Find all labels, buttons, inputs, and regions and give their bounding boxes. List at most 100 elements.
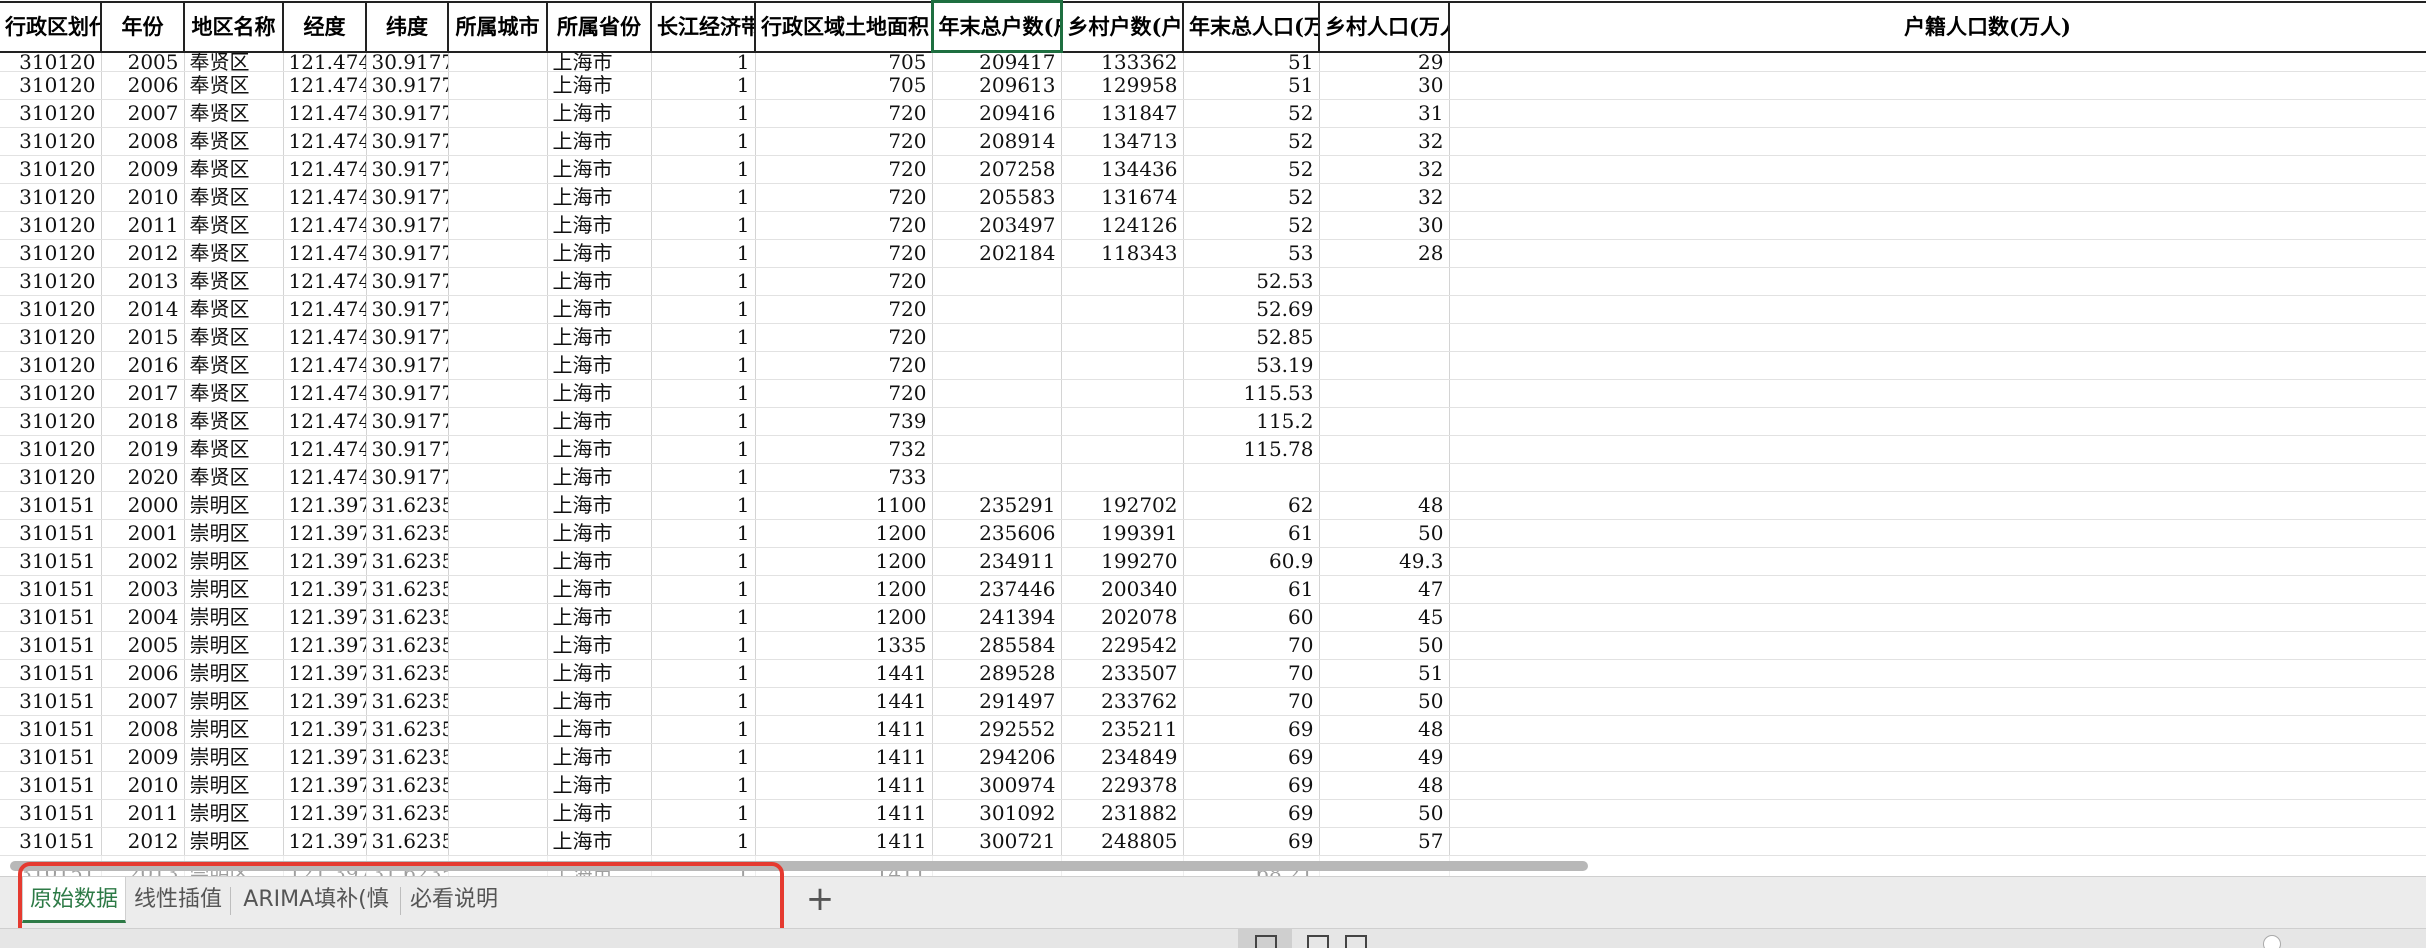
table-cell[interactable]: 上海市 xyxy=(547,715,652,744)
table-cell[interactable]: 奉贤区 xyxy=(184,351,284,380)
table-cell[interactable]: 61 xyxy=(1183,519,1320,548)
table-cell[interactable] xyxy=(448,491,548,520)
table-cell[interactable]: 121.47404 xyxy=(283,71,367,100)
column-header[interactable]: 行政区划代码 xyxy=(0,0,102,53)
table-cell[interactable]: 52.5 xyxy=(1449,267,2426,296)
table-cell[interactable]: 崇明区 xyxy=(184,491,284,520)
table-cell[interactable]: 上海市 xyxy=(547,323,652,352)
table-cell[interactable]: 52 xyxy=(1183,183,1320,212)
table-cell[interactable]: 69 xyxy=(1183,743,1320,772)
table-cell[interactable] xyxy=(1061,323,1184,352)
column-header[interactable]: 长江经济带 xyxy=(651,0,756,53)
table-cell[interactable]: 2009 xyxy=(101,743,185,772)
table-cell[interactable]: 720 xyxy=(755,323,933,352)
table-cell[interactable]: 69 xyxy=(1183,827,1320,856)
table-cell[interactable]: 29 xyxy=(1319,51,1450,72)
table-cell[interactable]: 235211 xyxy=(1061,715,1184,744)
table-cell[interactable]: 30.917795 xyxy=(366,323,449,352)
table-cell[interactable]: 奉贤区 xyxy=(184,295,284,324)
table-cell[interactable]: 53.1 xyxy=(1449,351,2426,380)
table-cell[interactable]: 63.2 xyxy=(1449,603,2426,632)
table-cell[interactable]: 131674 xyxy=(1061,183,1184,212)
table-cell[interactable] xyxy=(1319,435,1450,464)
table-cell[interactable]: 52.3 xyxy=(1449,211,2426,240)
table-cell[interactable]: 50 xyxy=(1319,687,1450,716)
table-cell[interactable] xyxy=(448,351,548,380)
table-cell[interactable]: 52 xyxy=(1183,99,1320,128)
table-cell[interactable]: 1200 xyxy=(755,519,933,548)
table-cell[interactable]: 121.47404 xyxy=(283,99,367,128)
table-cell[interactable]: 121.47404 xyxy=(283,183,367,212)
table-cell[interactable]: 31.623587 xyxy=(366,799,449,828)
table-cell[interactable]: 310151 xyxy=(0,799,102,828)
table-cell[interactable]: 30.917795 xyxy=(366,71,449,100)
table-cell[interactable]: 上海市 xyxy=(547,603,652,632)
table-cell[interactable] xyxy=(1319,463,1450,492)
table-cell[interactable]: 2006 xyxy=(101,71,185,100)
table-cell[interactable] xyxy=(448,379,548,408)
table-cell[interactable]: 720 xyxy=(755,183,933,212)
table-cell[interactable]: 121.39742 xyxy=(283,827,367,856)
table-cell[interactable]: 奉贤区 xyxy=(184,155,284,184)
table-cell[interactable]: 69.3 xyxy=(1449,715,2426,744)
table-cell[interactable]: 49.3 xyxy=(1319,547,1450,576)
table-cell[interactable]: 30.917795 xyxy=(366,211,449,240)
table-cell[interactable]: 121.47404 xyxy=(283,155,367,184)
table-cell[interactable]: 1 xyxy=(651,127,756,156)
table-cell[interactable]: 310120 xyxy=(0,183,102,212)
table-cell[interactable]: 2015 xyxy=(101,323,185,352)
table-cell[interactable]: 285584 xyxy=(932,631,1062,660)
table-cell[interactable]: 310151 xyxy=(0,547,102,576)
table-cell[interactable]: 奉贤区 xyxy=(184,71,284,100)
table-cell[interactable]: 208914 xyxy=(932,127,1062,156)
table-cell[interactable]: 1200 xyxy=(755,603,933,632)
table-cell[interactable]: 崇明区 xyxy=(184,771,284,800)
table-cell[interactable]: 28 xyxy=(1319,239,1450,268)
table-cell[interactable]: 115.53 xyxy=(1183,379,1320,408)
table-cell[interactable]: 上海市 xyxy=(547,239,652,268)
table-cell[interactable]: 52.8 xyxy=(1449,323,2426,352)
table-cell[interactable]: 310151 xyxy=(0,603,102,632)
table-cell[interactable]: 2007 xyxy=(101,687,185,716)
table-cell[interactable]: 53 xyxy=(1183,239,1320,268)
table-cell[interactable]: 121.39742 xyxy=(283,547,367,576)
table-cell[interactable]: 121.47404 xyxy=(283,239,367,268)
table-cell[interactable]: 310120 xyxy=(0,71,102,100)
table-cell[interactable]: 上海市 xyxy=(547,435,652,464)
table-cell[interactable]: 115.2 xyxy=(1183,407,1320,436)
table-cell[interactable] xyxy=(448,155,548,184)
table-cell[interactable]: 720 xyxy=(755,379,933,408)
table-cell[interactable]: 121.39742 xyxy=(283,659,367,688)
table-cell[interactable]: 310120 xyxy=(0,351,102,380)
table-cell[interactable]: 310120 xyxy=(0,155,102,184)
table-cell[interactable]: 53.19 xyxy=(1183,351,1320,380)
table-cell[interactable]: 69.7 xyxy=(1449,687,2426,716)
table-cell[interactable]: 31.623587 xyxy=(366,659,449,688)
table-cell[interactable]: 310151 xyxy=(0,827,102,856)
table-cell[interactable]: 2019 xyxy=(101,435,185,464)
table-cell[interactable]: 720 xyxy=(755,267,933,296)
table-cell[interactable]: 52.6 xyxy=(1449,295,2426,324)
table-cell[interactable]: 68.5 xyxy=(1449,827,2426,856)
table-cell[interactable]: 301092 xyxy=(932,799,1062,828)
table-cell[interactable]: 118343 xyxy=(1061,239,1184,268)
table-cell[interactable] xyxy=(1061,435,1184,464)
table-cell[interactable] xyxy=(1319,351,1450,380)
table-cell[interactable]: 310151 xyxy=(0,743,102,772)
table-cell[interactable]: 53.6 xyxy=(1449,379,2426,408)
table-cell[interactable]: 30.917795 xyxy=(366,127,449,156)
table-cell[interactable]: 60 xyxy=(1183,603,1320,632)
table-cell[interactable]: 2016 xyxy=(101,351,185,380)
table-cell[interactable]: 310151 xyxy=(0,491,102,520)
table-cell[interactable]: 310151 xyxy=(0,715,102,744)
table-cell[interactable]: 203497 xyxy=(932,211,1062,240)
table-cell[interactable]: 69.0 xyxy=(1449,743,2426,772)
plus-icon[interactable]: + xyxy=(797,877,843,923)
table-cell[interactable]: 上海市 xyxy=(547,827,652,856)
table-cell[interactable]: 52.1 xyxy=(1449,183,2426,212)
table-cell[interactable] xyxy=(1061,295,1184,324)
table-cell[interactable]: 310120 xyxy=(0,211,102,240)
table-cell[interactable]: 51.3 xyxy=(1449,71,2426,100)
table-cell[interactable]: 54.18 xyxy=(1449,435,2426,464)
table-cell[interactable]: 2020 xyxy=(101,463,185,492)
